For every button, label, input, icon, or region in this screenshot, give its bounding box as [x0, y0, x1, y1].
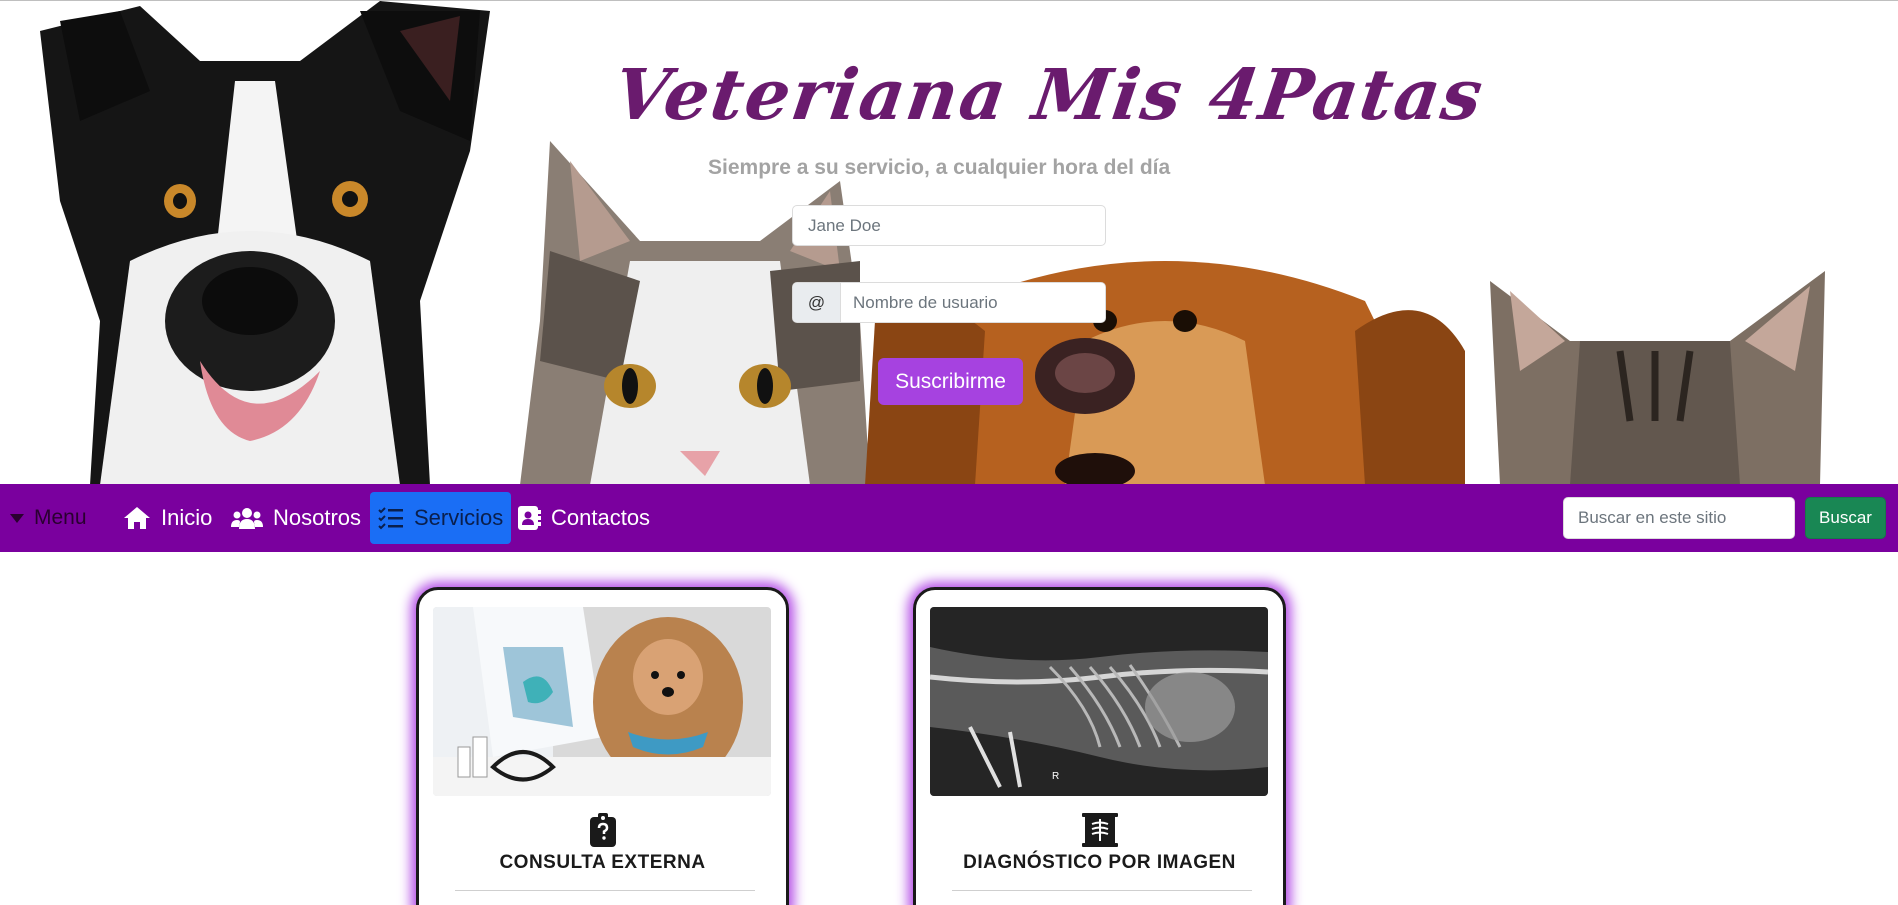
- nav-item-label: Contactos: [551, 505, 651, 530]
- search-button[interactable]: Buscar: [1805, 497, 1886, 539]
- house-icon: [124, 507, 150, 529]
- nav-item-servicios[interactable]: Servicios: [370, 492, 512, 544]
- nav-item-label: Servicios: [414, 505, 504, 530]
- site-search-input[interactable]: [1563, 497, 1795, 539]
- username-input-group: @: [792, 282, 1106, 323]
- username-input[interactable]: [841, 283, 1105, 322]
- x-ray-photo: R: [930, 607, 1268, 796]
- dog-photo-left: [40, 1, 490, 484]
- hero-banner: Veteriana Mis 4Patas Siempre a su servic…: [0, 0, 1898, 484]
- name-input[interactable]: [792, 205, 1106, 246]
- card-divider: [455, 890, 755, 891]
- cat-photo-right: [1490, 271, 1825, 484]
- at-sign-addon: @: [793, 283, 841, 322]
- service-card-diagnostico[interactable]: R DIAGNÓSTICO POR IMAGEN: [913, 587, 1286, 905]
- clipboard-question-icon: [589, 813, 616, 847]
- service-card-consulta[interactable]: CONSULTA EXTERNA: [416, 587, 789, 905]
- nav-item-label: Nosotros: [273, 505, 362, 530]
- menu-label: Menu: [34, 506, 87, 529]
- x-ray-icon: [1081, 813, 1118, 847]
- card-title: CONSULTA EXTERNA: [499, 852, 706, 873]
- nav-item-nosotros[interactable]: Nosotros: [223, 492, 369, 544]
- nav-item-inicio[interactable]: Inicio: [115, 492, 220, 544]
- list-check-icon: [378, 507, 403, 530]
- site-tagline: Siempre a su servicio, a cualquier hora …: [708, 156, 1171, 179]
- vet-consultation-photo: [433, 607, 771, 796]
- menu-dropdown[interactable]: Menu: [10, 484, 87, 552]
- address-book-icon: [518, 506, 541, 530]
- caret-down-icon: [10, 513, 24, 523]
- site-title: Veteriana Mis 4Patas: [609, 53, 1490, 136]
- card-title: DIAGNÓSTICO POR IMAGEN: [963, 852, 1236, 873]
- subscribe-button[interactable]: Suscribirme: [878, 358, 1023, 405]
- users-icon: [231, 508, 263, 529]
- nav-item-label: Inicio: [161, 505, 213, 530]
- card-divider: [952, 890, 1252, 891]
- page: Veteriana Mis 4Patas Siempre a su servic…: [0, 0, 1898, 905]
- nav-item-contactos[interactable]: Contactos: [509, 492, 658, 544]
- svg-text:R: R: [1052, 771, 1059, 782]
